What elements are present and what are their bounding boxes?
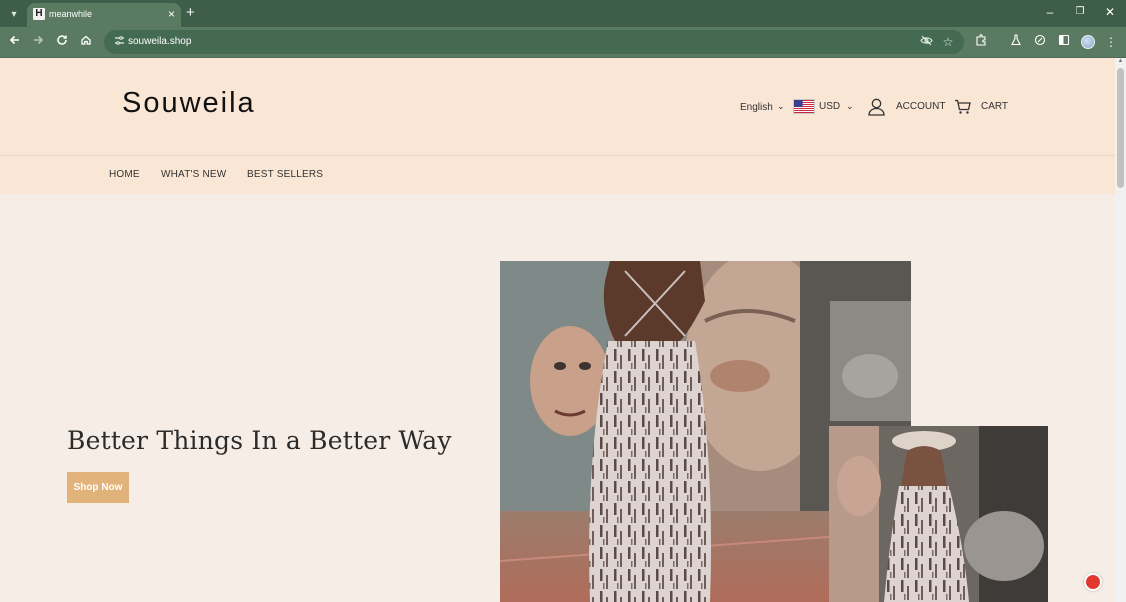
shop-now-button[interactable]: Shop Now (67, 472, 129, 503)
browser-tab-bar: ▾ H meanwhile × + – ❐ ✕ (0, 0, 1126, 27)
nav-home[interactable]: HOME (109, 169, 140, 180)
window-close-icon[interactable]: ✕ (1102, 4, 1118, 20)
extensions-icon[interactable] (973, 34, 989, 50)
tab-close-icon[interactable]: × (168, 7, 175, 21)
site-logo[interactable]: Souweila (122, 87, 256, 120)
tab-favicon-icon: H (33, 8, 45, 20)
language-select[interactable]: English (740, 102, 773, 113)
account-user-icon[interactable] (868, 98, 885, 116)
restore-icon[interactable]: ❐ (1072, 4, 1088, 20)
account-link[interactable]: ACCOUNT (896, 101, 945, 112)
us-flag-icon (793, 99, 815, 114)
site-header: Souweila English ⌄ USD ⌄ ACCOUNT CART (0, 58, 1115, 155)
back-icon[interactable] (7, 34, 23, 50)
new-tab-icon[interactable]: + (186, 5, 195, 21)
profile-avatar[interactable] (1081, 35, 1095, 49)
home-icon[interactable] (78, 34, 94, 50)
hero-secondary-image (829, 426, 1048, 602)
nav-whats-new[interactable]: WHAT'S NEW (161, 169, 226, 180)
page-scrollbar[interactable]: ▲ (1115, 58, 1126, 602)
bookmark-star-icon[interactable]: ☆ (940, 34, 956, 50)
cart-link[interactable]: CART (981, 101, 1008, 112)
browser-tab[interactable]: H meanwhile × (27, 3, 181, 27)
scrollbar-thumb[interactable] (1117, 68, 1124, 188)
currency-chevron-down-icon[interactable]: ⌄ (846, 101, 854, 112)
nav-best-sellers[interactable]: BEST SELLERS (247, 169, 323, 180)
tab-title: meanwhile (49, 9, 93, 19)
language-chevron-down-icon[interactable]: ⌄ (777, 101, 785, 112)
hero-title: Better Things In a Better Way (67, 426, 452, 455)
scroll-up-arrow-icon[interactable]: ▲ (1117, 58, 1124, 64)
minimize-icon[interactable]: – (1042, 4, 1058, 20)
eye-off-icon[interactable] (918, 34, 934, 50)
url-text: souweila.shop (128, 36, 192, 47)
browser-toolbar: souweila.shop ☆ ⋮ (0, 27, 1126, 58)
browser-menu-icon[interactable]: ⋮ (1103, 34, 1119, 50)
cart-icon[interactable] (954, 99, 971, 115)
currency-select[interactable]: USD (819, 101, 840, 112)
hero-section: Better Things In a Better Way Shop Now (0, 194, 1115, 602)
forward-icon[interactable] (30, 34, 46, 50)
tab-search-menu-icon[interactable]: ▾ (5, 5, 23, 23)
reload-icon[interactable] (54, 34, 70, 50)
side-panel-icon[interactable] (1056, 34, 1072, 50)
chat-widget-icon[interactable] (1084, 573, 1102, 591)
address-bar[interactable]: souweila.shop ☆ (104, 30, 964, 54)
site-info-icon[interactable] (112, 35, 126, 49)
performance-leaf-icon[interactable] (1032, 34, 1048, 50)
main-navigation: HOME WHAT'S NEW BEST SELLERS (0, 155, 1115, 194)
labs-flask-icon[interactable] (1008, 34, 1024, 50)
